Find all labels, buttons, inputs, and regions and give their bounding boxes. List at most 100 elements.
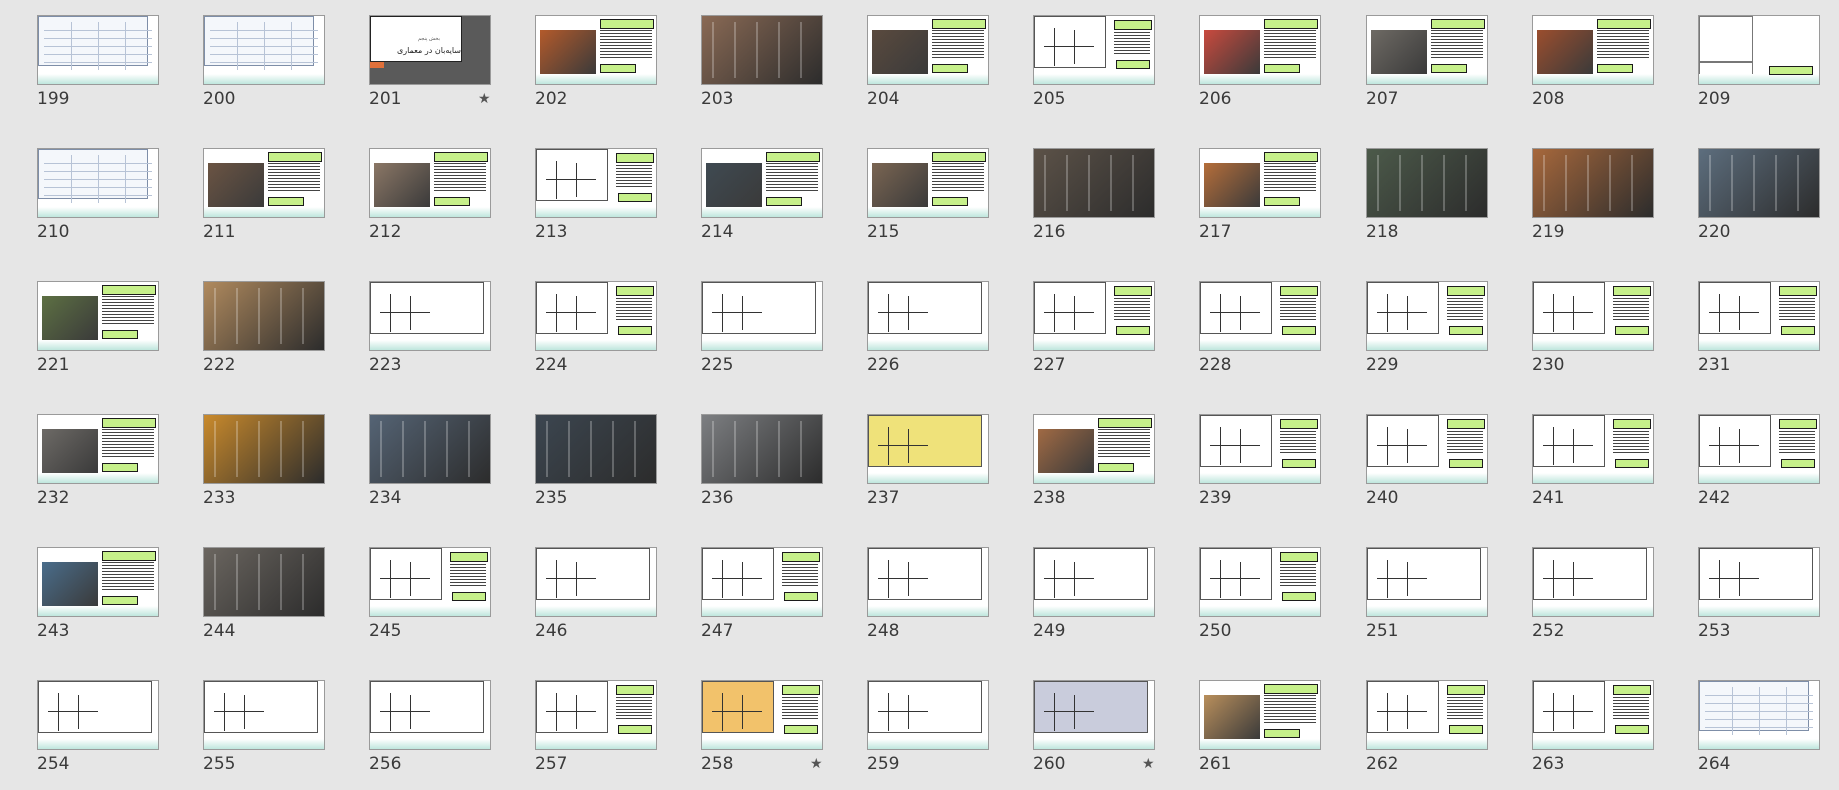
- slide-thumbnail-258[interactable]: 258 ★: [701, 680, 823, 780]
- slide-thumbnail-262[interactable]: 262: [1366, 680, 1488, 780]
- slide-thumbnail-208[interactable]: 208: [1532, 15, 1654, 115]
- slide-preview[interactable]: [37, 414, 159, 484]
- slide-thumbnail-201[interactable]: سایه‌بان در معماری بخش پنجم 201 ★: [369, 15, 491, 115]
- slide-preview[interactable]: [535, 148, 657, 218]
- slide-thumbnail-228[interactable]: 228: [1199, 281, 1321, 381]
- slide-preview[interactable]: [867, 414, 989, 484]
- slide-preview[interactable]: [1199, 281, 1321, 351]
- slide-thumbnail-236[interactable]: 236: [701, 414, 823, 514]
- slide-preview[interactable]: [535, 680, 657, 750]
- slide-preview[interactable]: [37, 547, 159, 617]
- slide-preview[interactable]: [37, 281, 159, 351]
- slide-thumbnail-221[interactable]: 221: [37, 281, 159, 381]
- slide-preview[interactable]: [37, 148, 159, 218]
- slide-thumbnail-210[interactable]: 210: [37, 148, 159, 248]
- slide-preview[interactable]: [1033, 281, 1155, 351]
- slide-thumbnail-220[interactable]: 220: [1698, 148, 1820, 248]
- slide-preview[interactable]: [1366, 15, 1488, 85]
- slide-preview[interactable]: [1532, 281, 1654, 351]
- slide-preview[interactable]: [701, 148, 823, 218]
- slide-preview[interactable]: [203, 414, 325, 484]
- slide-preview[interactable]: [701, 281, 823, 351]
- slide-preview[interactable]: [1532, 414, 1654, 484]
- slide-preview[interactable]: [867, 148, 989, 218]
- slide-preview[interactable]: [1698, 15, 1820, 85]
- slide-thumbnail-251[interactable]: 251: [1366, 547, 1488, 647]
- slide-preview[interactable]: [369, 680, 491, 750]
- slide-thumbnail-229[interactable]: 229: [1366, 281, 1488, 381]
- slide-thumbnail-253[interactable]: 253: [1698, 547, 1820, 647]
- slide-thumbnail-222[interactable]: 222: [203, 281, 325, 381]
- slide-thumbnail-202[interactable]: 202: [535, 15, 657, 115]
- slide-preview[interactable]: [535, 15, 657, 85]
- slide-thumbnail-205[interactable]: 205: [1033, 15, 1155, 115]
- slide-thumbnail-240[interactable]: 240: [1366, 414, 1488, 514]
- slide-thumbnail-247[interactable]: 247: [701, 547, 823, 647]
- slide-preview[interactable]: [369, 547, 491, 617]
- slide-thumbnail-215[interactable]: 215: [867, 148, 989, 248]
- slide-preview[interactable]: [369, 414, 491, 484]
- slide-thumbnail-246[interactable]: 246: [535, 547, 657, 647]
- slide-preview[interactable]: [1532, 148, 1654, 218]
- slide-thumbnail-248[interactable]: 248: [867, 547, 989, 647]
- slide-thumbnail-230[interactable]: 230: [1532, 281, 1654, 381]
- slide-thumbnail-257[interactable]: 257: [535, 680, 657, 780]
- slide-preview[interactable]: [203, 148, 325, 218]
- slide-preview[interactable]: [1366, 680, 1488, 750]
- slide-thumbnail-218[interactable]: 218: [1366, 148, 1488, 248]
- slide-preview[interactable]: [1199, 15, 1321, 85]
- slide-preview[interactable]: [203, 281, 325, 351]
- slide-preview[interactable]: [203, 547, 325, 617]
- slide-thumbnail-254[interactable]: 254: [37, 680, 159, 780]
- slide-preview[interactable]: [867, 547, 989, 617]
- slide-preview[interactable]: [37, 15, 159, 85]
- slide-thumbnail-264[interactable]: 264: [1698, 680, 1820, 780]
- slide-thumbnail-216[interactable]: 216: [1033, 148, 1155, 248]
- slide-thumbnail-244[interactable]: 244: [203, 547, 325, 647]
- slide-thumbnail-206[interactable]: 206: [1199, 15, 1321, 115]
- slide-preview[interactable]: [1366, 281, 1488, 351]
- slide-thumbnail-219[interactable]: 219: [1532, 148, 1654, 248]
- slide-preview[interactable]: [535, 281, 657, 351]
- slide-preview[interactable]: [1532, 15, 1654, 85]
- slide-thumbnail-217[interactable]: 217: [1199, 148, 1321, 248]
- slide-thumbnail-259[interactable]: 259: [867, 680, 989, 780]
- slide-thumbnail-226[interactable]: 226: [867, 281, 989, 381]
- slide-preview[interactable]: [701, 680, 823, 750]
- slide-preview[interactable]: [535, 547, 657, 617]
- slide-preview[interactable]: [1698, 414, 1820, 484]
- slide-thumbnail-223[interactable]: 223: [369, 281, 491, 381]
- slide-thumbnail-260[interactable]: 260 ★: [1033, 680, 1155, 780]
- slide-preview[interactable]: [1033, 15, 1155, 85]
- slide-preview[interactable]: [535, 414, 657, 484]
- slide-preview[interactable]: [1199, 148, 1321, 218]
- slide-preview[interactable]: [1698, 148, 1820, 218]
- slide-preview[interactable]: [1532, 547, 1654, 617]
- slide-preview[interactable]: [1366, 148, 1488, 218]
- slide-preview[interactable]: [1199, 414, 1321, 484]
- slide-preview[interactable]: [1199, 680, 1321, 750]
- slide-thumbnail-241[interactable]: 241: [1532, 414, 1654, 514]
- slide-preview[interactable]: [867, 680, 989, 750]
- slide-thumbnail-245[interactable]: 245: [369, 547, 491, 647]
- slide-thumbnail-213[interactable]: 213: [535, 148, 657, 248]
- slide-thumbnail-214[interactable]: 214: [701, 148, 823, 248]
- slide-preview[interactable]: [1698, 680, 1820, 750]
- slide-thumbnail-231[interactable]: 231: [1698, 281, 1820, 381]
- slide-thumbnail-256[interactable]: 256: [369, 680, 491, 780]
- slide-preview[interactable]: [1366, 414, 1488, 484]
- slide-thumbnail-263[interactable]: 263: [1532, 680, 1654, 780]
- slide-thumbnail-204[interactable]: 204: [867, 15, 989, 115]
- slide-thumbnail-237[interactable]: 237: [867, 414, 989, 514]
- slide-preview[interactable]: [1698, 547, 1820, 617]
- slide-preview[interactable]: [701, 414, 823, 484]
- slide-thumbnail-249[interactable]: 249: [1033, 547, 1155, 647]
- slide-thumbnail-234[interactable]: 234: [369, 414, 491, 514]
- slide-preview[interactable]: [1033, 414, 1155, 484]
- slide-thumbnail-243[interactable]: 243: [37, 547, 159, 647]
- slide-preview[interactable]: [203, 15, 325, 85]
- slide-thumbnail-261[interactable]: 261: [1199, 680, 1321, 780]
- slide-preview[interactable]: [867, 281, 989, 351]
- slide-preview[interactable]: [1199, 547, 1321, 617]
- slide-thumbnail-209[interactable]: 209: [1698, 15, 1820, 115]
